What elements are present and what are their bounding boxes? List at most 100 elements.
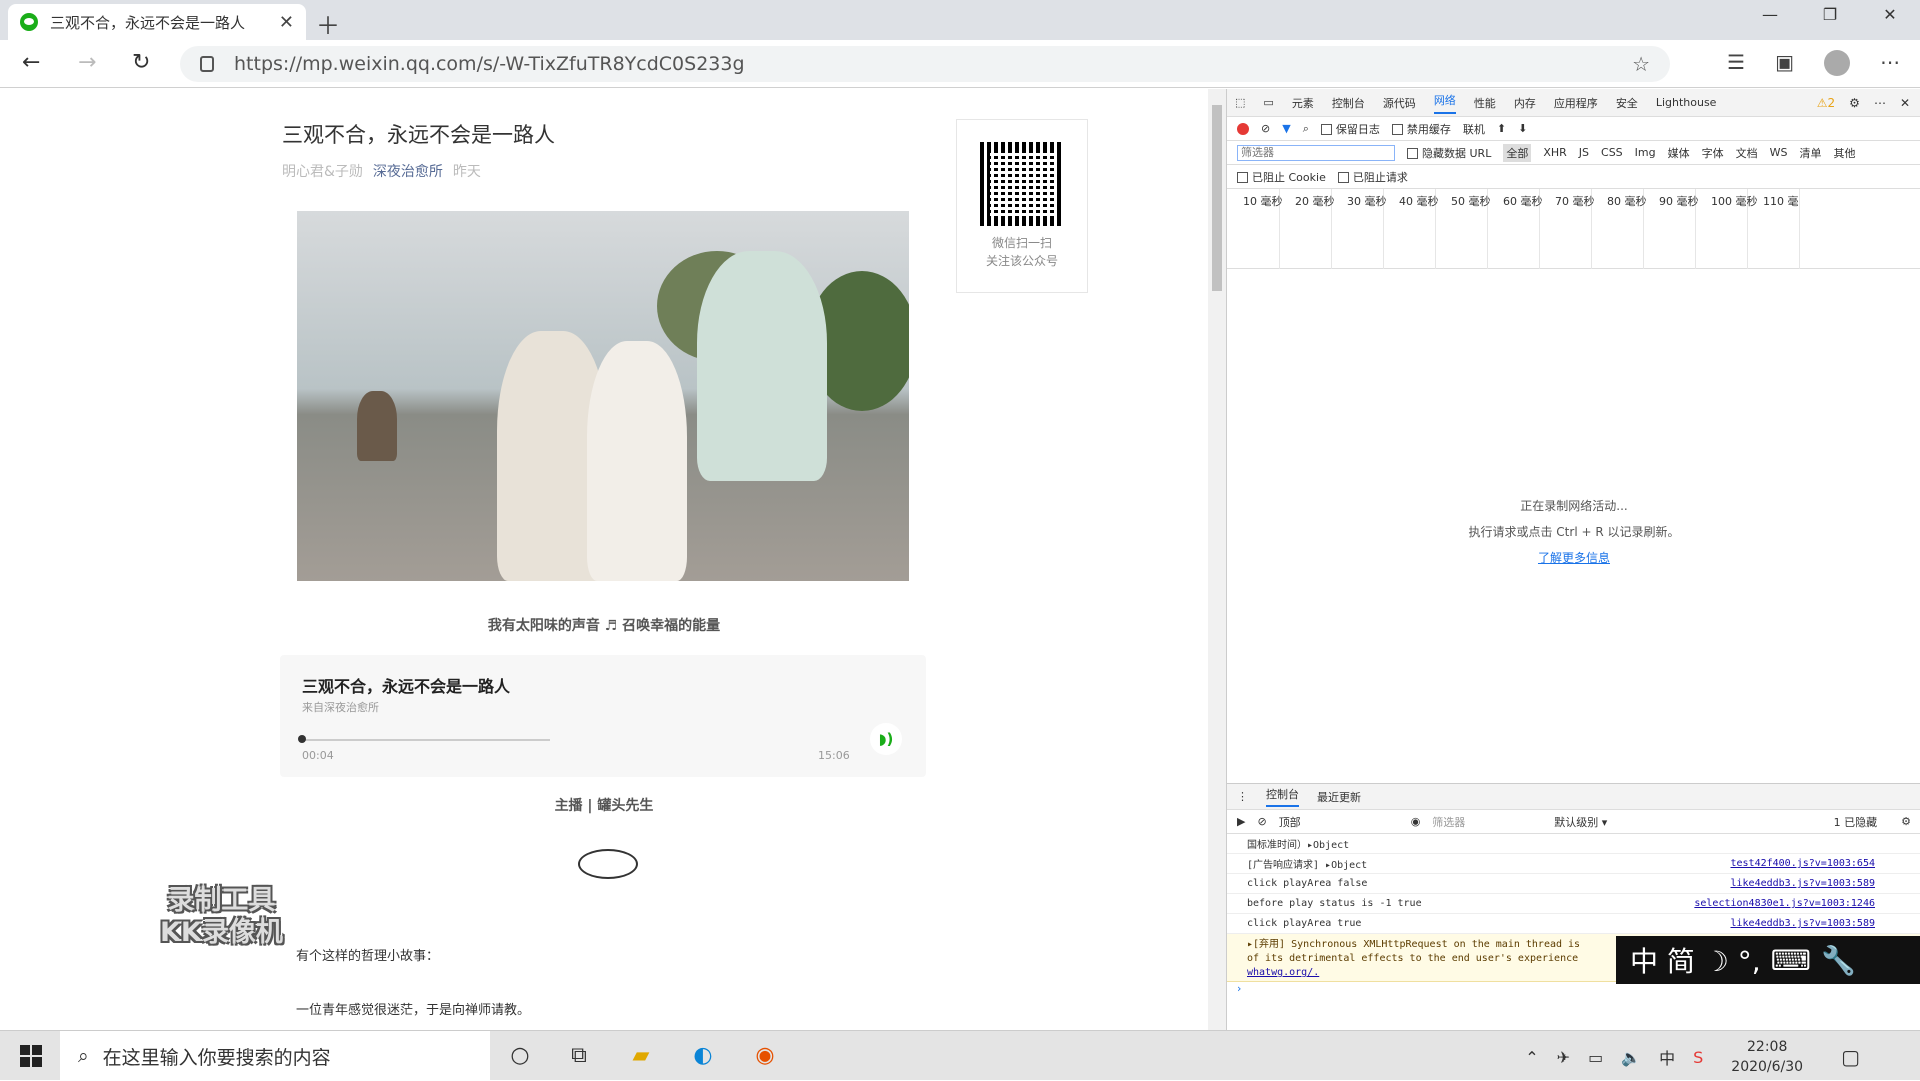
audio-player[interactable]: 三观不合，永远不会是一路人 来自深夜治愈所 00:04 15:06 ◗) bbox=[280, 655, 926, 777]
log-level-select[interactable]: 默认级别 ▾ bbox=[1554, 814, 1607, 830]
clear-icon[interactable]: ⊘ bbox=[1261, 122, 1270, 135]
blocked-cookies-checkbox[interactable]: 已阻止 Cookie bbox=[1237, 169, 1326, 185]
scroll-thumb[interactable] bbox=[1212, 105, 1222, 291]
new-tab-icon[interactable]: ＋ bbox=[316, 6, 340, 41]
resource-type-filter[interactable]: 其他 bbox=[1833, 145, 1855, 161]
resource-type-filter[interactable]: 字体 bbox=[1702, 145, 1724, 161]
learn-more-link[interactable]: 了解更多信息 bbox=[1538, 551, 1610, 565]
maximize-icon[interactable]: ❐ bbox=[1800, 0, 1860, 32]
resource-type-filter[interactable]: 清单 bbox=[1799, 145, 1821, 161]
warning-icon[interactable]: ⚠2 bbox=[1817, 96, 1835, 110]
audio-play-icon[interactable]: ◗) bbox=[870, 723, 902, 755]
hide-data-url-checkbox[interactable]: 隐藏数据 URL bbox=[1407, 145, 1491, 161]
close-devtools-icon[interactable]: ✕ bbox=[1900, 96, 1910, 110]
more-icon[interactable]: ⋯ bbox=[1874, 96, 1886, 110]
console-source-link[interactable]: like4eddb3.js?v=1003:589 bbox=[1731, 878, 1876, 889]
collections-icon[interactable]: ▣ bbox=[1775, 50, 1794, 76]
disable-cache-checkbox[interactable]: 禁用缓存 bbox=[1391, 121, 1451, 137]
file-explorer-icon[interactable]: ▰ bbox=[626, 1041, 656, 1071]
download-icon[interactable]: ⬇ bbox=[1518, 122, 1527, 135]
record-icon[interactable] bbox=[1237, 122, 1249, 135]
devtools-tab[interactable]: 控制台 bbox=[1332, 95, 1365, 111]
blocked-requests-checkbox[interactable]: 已阻止请求 bbox=[1337, 169, 1408, 185]
inspect-icon[interactable]: ⬚ bbox=[1235, 96, 1245, 109]
settings-icon[interactable]: ⚙ bbox=[1849, 96, 1860, 110]
console-source-link[interactable]: selection4830e1.js?v=1003:1246 bbox=[1694, 898, 1875, 909]
refresh-icon[interactable]: ↻ bbox=[132, 50, 150, 75]
devtools-tab[interactable]: 性能 bbox=[1474, 95, 1496, 111]
filter-icon[interactable]: ▼ bbox=[1282, 122, 1290, 135]
upload-icon[interactable]: ⬆ bbox=[1497, 122, 1506, 135]
qr-caption-2: 关注该公众号 bbox=[985, 254, 1058, 268]
console-source-link[interactable]: like4eddb3.js?v=1003:589 bbox=[1731, 918, 1876, 929]
audio-progress-bar[interactable] bbox=[302, 739, 550, 741]
profile-avatar[interactable] bbox=[1824, 50, 1850, 76]
volume-icon[interactable]: 🔈 bbox=[1621, 1048, 1641, 1067]
timeline-label: 30 毫秒 bbox=[1347, 195, 1387, 208]
network-icon[interactable]: ✈ bbox=[1557, 1048, 1570, 1067]
console-filter-input[interactable]: 筛选器 bbox=[1432, 814, 1542, 830]
network-filter-input[interactable] bbox=[1237, 144, 1395, 161]
browser-tab[interactable]: 三观不合，永远不会是一路人 ✕ bbox=[8, 4, 306, 40]
favorites-icon[interactable]: ☰ bbox=[1727, 50, 1745, 76]
ime-status[interactable]: 中 简 ☽ °, bbox=[1630, 940, 1761, 980]
eye-icon[interactable]: ◉ bbox=[1411, 815, 1421, 828]
resource-type-filter[interactable]: CSS bbox=[1601, 146, 1623, 159]
preserve-log-checkbox[interactable]: 保留日志 bbox=[1320, 121, 1380, 137]
devtools-tab[interactable]: Lighthouse bbox=[1656, 96, 1717, 109]
page-scrollbar[interactable] bbox=[1208, 89, 1226, 1030]
more-icon[interactable]: ⋯ bbox=[1880, 50, 1900, 76]
devtools-tab[interactable]: 应用程序 bbox=[1554, 95, 1598, 111]
context-select[interactable]: 顶部 bbox=[1279, 814, 1399, 830]
resource-type-filter[interactable]: 媒体 bbox=[1668, 145, 1690, 161]
ime-tray-icon[interactable]: 中 bbox=[1659, 1045, 1675, 1069]
recorder-app-icon[interactable]: ◉ bbox=[750, 1041, 780, 1071]
sidebar-toggle-icon[interactable]: ▶ bbox=[1237, 815, 1245, 828]
clock[interactable]: 22:08 2020/6/30 bbox=[1731, 1037, 1803, 1077]
console-source-link[interactable]: test42f400.js?v=1003:654 bbox=[1731, 858, 1876, 869]
drawer-tab[interactable]: 最近更新 bbox=[1317, 789, 1361, 805]
app-tray-icon[interactable]: S bbox=[1693, 1048, 1703, 1067]
devtools-tab[interactable]: 内存 bbox=[1514, 95, 1536, 111]
ime-toolbar[interactable]: 中 简 ☽ °, ⌨ 🔧 bbox=[1616, 936, 1920, 984]
windows-start-icon[interactable] bbox=[20, 1045, 42, 1067]
resource-type-filter[interactable]: 文档 bbox=[1736, 145, 1758, 161]
search-icon: ⌕ bbox=[78, 1045, 89, 1067]
cortana-icon[interactable]: ○ bbox=[505, 1041, 535, 1071]
wrench-icon[interactable]: 🔧 bbox=[1821, 944, 1856, 977]
audio-progress-handle[interactable] bbox=[298, 735, 306, 743]
close-tab-icon[interactable]: ✕ bbox=[279, 12, 294, 33]
audio-current-time: 00:04 bbox=[302, 749, 334, 762]
forward-icon[interactable]: → bbox=[78, 50, 96, 75]
battery-icon[interactable]: ▭ bbox=[1588, 1048, 1603, 1067]
resource-type-filter[interactable]: 全部 bbox=[1503, 143, 1532, 162]
keyboard-icon[interactable]: ⌨ bbox=[1771, 944, 1811, 977]
favorite-star-icon[interactable]: ☆ bbox=[1632, 52, 1650, 76]
task-view-icon[interactable]: ⧉ bbox=[564, 1041, 594, 1071]
tray-chevron-icon[interactable]: ⌃ bbox=[1525, 1048, 1538, 1067]
minimize-icon[interactable]: — bbox=[1740, 0, 1800, 32]
devtools-tab[interactable]: 安全 bbox=[1616, 95, 1638, 111]
devtools-tab[interactable]: 源代码 bbox=[1383, 95, 1416, 111]
edge-icon[interactable]: ◐ bbox=[688, 1041, 718, 1071]
resource-type-filter[interactable]: XHR bbox=[1543, 146, 1566, 159]
drawer-menu-icon[interactable]: ⋮ bbox=[1237, 790, 1248, 803]
clear-console-icon[interactable]: ⊘ bbox=[1257, 815, 1266, 828]
account-link[interactable]: 深夜治愈所 bbox=[373, 161, 443, 181]
throttle-select[interactable]: 联机 bbox=[1463, 121, 1485, 137]
notification-icon[interactable]: ▢ bbox=[1841, 1045, 1860, 1069]
resource-type-filter[interactable]: JS bbox=[1579, 146, 1589, 159]
devtools-tab[interactable]: 元素 bbox=[1292, 95, 1314, 111]
resource-type-filter[interactable]: Img bbox=[1635, 146, 1656, 159]
taskbar-search[interactable]: ⌕ 在这里输入你要搜索的内容 bbox=[60, 1031, 490, 1081]
console-settings-icon[interactable]: ⚙ bbox=[1901, 815, 1911, 828]
address-bar[interactable]: https://mp.weixin.qq.com/s/-W-TixZfuTR8Y… bbox=[180, 46, 1670, 82]
address-toolbar: ← → ↻ https://mp.weixin.qq.com/s/-W-TixZ… bbox=[0, 40, 1920, 88]
search-icon[interactable]: ⌕ bbox=[1303, 122, 1309, 136]
device-icon[interactable]: ▭ bbox=[1263, 96, 1273, 109]
back-icon[interactable]: ← bbox=[22, 50, 40, 75]
devtools-tab[interactable]: 网络 bbox=[1433, 92, 1456, 114]
close-window-icon[interactable]: ✕ bbox=[1860, 0, 1920, 32]
drawer-tab[interactable]: 控制台 bbox=[1266, 786, 1299, 807]
resource-type-filter[interactable]: WS bbox=[1770, 146, 1788, 159]
